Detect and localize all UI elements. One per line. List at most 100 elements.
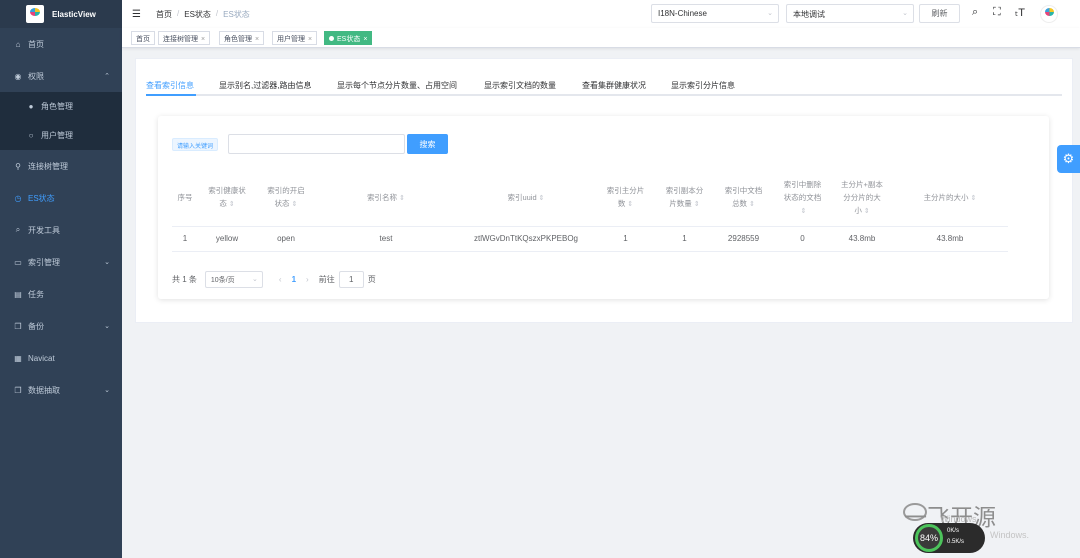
column-header[interactable]: 索引健康状态 ⇕ <box>198 170 256 227</box>
sort-caret-icon[interactable]: ⇕ <box>399 195 405 202</box>
environment-select-value: 本地调试 <box>793 10 825 19</box>
fullscreen-icon[interactable]: ⛶ <box>993 6 1001 19</box>
font-size-icon[interactable]: ₜT <box>1015 6 1025 19</box>
column-header[interactable]: 索引名称 ⇕ <box>316 170 456 227</box>
breadcrumb-es-status[interactable]: ES状态 <box>184 9 211 20</box>
settings-gear-icon[interactable]: ⚙ <box>1057 145 1080 173</box>
close-icon[interactable]: × <box>363 36 367 43</box>
next-page-icon[interactable]: › <box>306 275 309 284</box>
sidebar-item-label: 数据抽取 <box>28 385 60 395</box>
column-header[interactable]: 主分片+副本 分分片的大小 ⇕ <box>832 170 892 227</box>
sort-caret-icon[interactable]: ⇕ <box>801 208 807 215</box>
column-header-text: 主分片+副本 <box>841 179 883 189</box>
tab-index-doc-count[interactable]: 显示索引文档的数量 <box>484 80 556 91</box>
close-icon[interactable]: × <box>201 36 205 43</box>
sidebar-item-clock[interactable]: ◷ ES状态 <box>0 182 122 214</box>
windows-activation-text-2: Windows. <box>990 530 1030 540</box>
column-header-text: 小 <box>854 205 862 215</box>
page-number-current[interactable]: 1 <box>292 275 296 284</box>
sort-caret-icon[interactable]: ⇕ <box>694 201 700 208</box>
app-logo-row[interactable]: ElasticView <box>0 0 122 28</box>
column-header[interactable]: 索引中文档 总数 ⇕ <box>714 170 773 227</box>
column-header-text: 态 <box>219 199 227 209</box>
tag-home[interactable]: 首页 <box>131 31 155 45</box>
sidebar-item-user-outline[interactable]: ○ 用户管理 <box>0 121 122 150</box>
language-select[interactable]: I18N-Chinese ⌄ <box>651 4 779 23</box>
language-select-value: I18N-Chinese <box>658 9 707 18</box>
tab-cluster-health[interactable]: 查看集群健康状况 <box>582 80 646 91</box>
tag-role-management[interactable]: 角色管理 × <box>219 31 265 45</box>
sidebar-item-document[interactable]: ▤ 任务 <box>0 278 122 310</box>
close-icon[interactable]: × <box>255 36 259 43</box>
sort-caret-icon[interactable]: ⇕ <box>864 208 870 215</box>
tag-label: 连接树管理 <box>163 36 198 43</box>
tab-index-info[interactable]: 查看索引信息 <box>146 80 194 91</box>
close-icon[interactable]: × <box>308 36 312 43</box>
goto-page-input[interactable]: 1 <box>338 270 364 288</box>
breadcrumb-separator: / <box>215 8 219 18</box>
user-filled-icon: ● <box>28 102 34 111</box>
tag-label: 首页 <box>136 36 150 43</box>
prev-page-icon[interactable]: ‹ <box>279 275 282 284</box>
tag-label: 角色管理 <box>224 36 252 43</box>
tab-index-shards[interactable]: 显示索引分片信息 <box>671 80 735 91</box>
sidebar-item-label: Navicat <box>28 353 55 363</box>
sort-caret-icon[interactable]: ⇕ <box>971 195 977 202</box>
column-header[interactable]: 索引副本分 片数量 ⇕ <box>655 170 714 227</box>
sidebar-item-link[interactable]: ⚲ 连接树管理 <box>0 150 122 182</box>
column-header[interactable]: 索引uuid ⇕ <box>456 170 596 227</box>
goto-label: 前往 <box>318 274 335 284</box>
tag-label: 用户管理 <box>277 36 305 43</box>
sidebar-item-search[interactable]: ⌕ 开发工具 <box>0 214 122 246</box>
sort-caret-icon[interactable]: ⇕ <box>749 201 755 208</box>
sort-caret-icon[interactable]: ⇕ <box>292 201 298 208</box>
page-size-select[interactable]: 10条/页 ⌄ <box>204 270 263 288</box>
search-input[interactable] <box>228 134 405 154</box>
avatar[interactable] <box>1040 5 1058 23</box>
environment-select[interactable]: 本地调试 ⌄ <box>786 4 914 23</box>
sort-caret-icon[interactable]: ⇕ <box>627 201 633 208</box>
refresh-button[interactable]: 刷新 <box>919 4 960 23</box>
search-button[interactable]: 搜索 <box>407 134 448 154</box>
column-header-text: 索引uuid <box>507 192 537 202</box>
tags-view: 首页 连接树管理 × 角色管理 × 用户管理 × ES状态 × <box>122 28 1080 48</box>
sidebar-item-label: 首页 <box>28 39 44 49</box>
breadcrumb-home[interactable]: 首页 <box>156 9 172 20</box>
sidebar-item-disk[interactable]: ▭ 索引管理 ⌄ <box>0 246 122 278</box>
sidebar-item-copy[interactable]: ❐ 备份 ⌄ <box>0 310 122 342</box>
tag-user-management[interactable]: 用户管理 × <box>272 31 318 45</box>
table-cell: 1 <box>655 226 714 252</box>
chevron-down-icon: ⌄ <box>767 10 773 17</box>
hamburger-icon[interactable]: ☰ <box>132 9 142 20</box>
sidebar-item-label: 备份 <box>28 321 44 331</box>
sidebar-item-home[interactable]: ⌂ 首页 <box>0 28 122 60</box>
table-cell: open <box>256 226 316 252</box>
top-navbar: ☰ 首页 / ES状态 / ES状态 I18N-Chinese ⌄ 本地调试 ⌄… <box>122 0 1080 28</box>
sidebar-item-label: ES状态 <box>28 193 55 203</box>
tag-es-status[interactable]: ES状态 × <box>324 31 373 45</box>
sort-caret-icon[interactable]: ⇕ <box>539 195 545 202</box>
search-icon[interactable]: ⌕ <box>972 6 978 19</box>
tab-alias-filter-routing[interactable]: 显示别名,过滤器,路由信息 <box>219 80 311 91</box>
column-header-text: 主分片的大小 <box>923 192 969 202</box>
sort-caret-icon[interactable]: ⇕ <box>229 201 235 208</box>
sidebar-item-user[interactable]: ◉ 权限 ⌃ <box>0 60 122 92</box>
user-outline-icon: ○ <box>28 131 34 140</box>
sidebar-item-copy[interactable]: ❐ 数据抽取 ⌄ <box>0 374 122 406</box>
column-header[interactable]: 主分片的大小 ⇕ <box>892 170 1008 227</box>
link-icon: ⚲ <box>15 161 21 171</box>
column-header[interactable]: 索引的开启 状态 ⇕ <box>256 170 316 227</box>
tab-node-shards[interactable]: 显示每个节点分片数量、占用空间 <box>337 80 457 91</box>
copy-icon: ❐ <box>14 385 22 395</box>
cpu-percent-gauge: 84% <box>915 524 943 552</box>
table-cell: 43.8mb <box>832 226 892 252</box>
column-header[interactable]: 索引中删除 状态的文档 ⇕ <box>773 170 832 227</box>
table-row[interactable]: 1 yellow open test ztlWGvDnTtKQszxPKPEBOg 1 1 2… <box>172 226 1008 252</box>
breadcrumb-current: ES状态 <box>223 9 250 19</box>
sidebar-item-user-filled[interactable]: ● 角色管理 <box>0 92 122 121</box>
sidebar-item-table[interactable]: ▦ Navicat <box>0 342 122 374</box>
column-header[interactable]: 索引主分片数 ⇕ <box>596 170 655 227</box>
tag-connection-tree[interactable]: 连接树管理 × <box>158 31 211 45</box>
index-info-card: 请输入关键词 搜索 序号 索引健康状态 ⇕ 索引的开启 状态 ⇕ 索引名称 ⇕ 索引uuid ⇕ 索… <box>158 116 1049 299</box>
table-body: 1 yellow open test ztlWGvDnTtKQszxPKPEBOg 1 1 2… <box>172 226 1008 252</box>
